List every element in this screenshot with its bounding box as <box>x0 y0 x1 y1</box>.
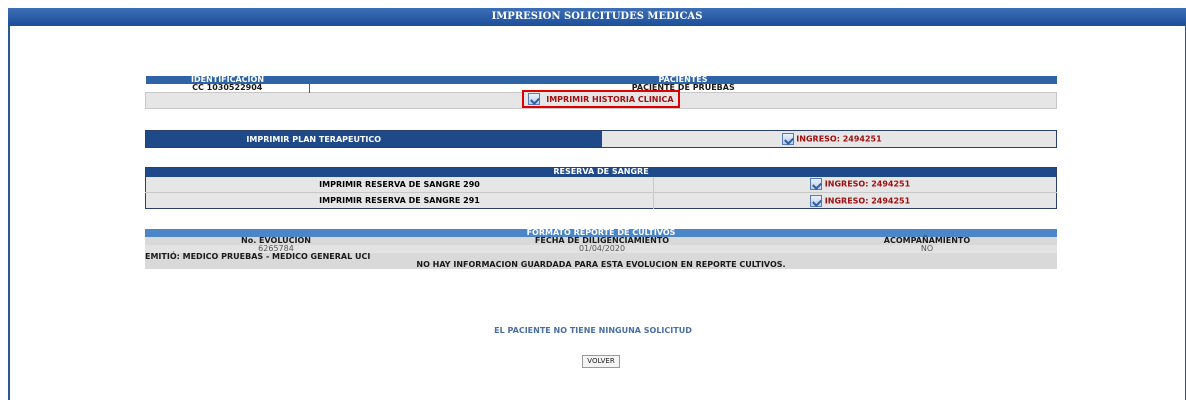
blood-reserve-table: RESERVA DE SANGRE IMPRIMIR RESERVA DE SA… <box>145 167 1057 209</box>
blood-reserve-290-label[interactable]: IMPRIMIR RESERVA DE SANGRE 290 <box>145 176 654 193</box>
blood-reserve-290-ingreso: INGRESO: 2494251 <box>824 179 911 189</box>
print-history-label: IMPRIMIR HISTORIA CLINICA <box>546 94 674 104</box>
fill-date: 01/04/2020 <box>407 245 797 253</box>
blood-reserve-291-ingreso: INGRESO: 2494251 <box>824 196 911 205</box>
blood-reserve-header: RESERVA DE SANGRE <box>145 167 1057 177</box>
cultures-table: FORMATO REPORTE DE CULTIVOS No. EVOLUCIO… <box>145 229 1057 269</box>
plan-table: IMPRIMIR PLAN TERAPEUTICO INGRESO: 24942… <box>145 130 1057 148</box>
patient-identification: CC 1030522904 <box>145 84 310 93</box>
no-culture-info: NO HAY INFORMACION GUARDADA PARA ESTA EV… <box>145 261 1057 269</box>
blood-reserve-291-label[interactable]: IMPRIMIR RESERVA DE SANGRE 291 <box>145 192 654 209</box>
patient-table: IDENTIFICACION PACIENTES CC 1030522904 P… <box>145 76 1057 109</box>
back-button[interactable]: VOLVER <box>582 355 620 368</box>
blood-reserve-290-link[interactable]: INGRESO: 2494251 <box>653 176 1057 193</box>
print-plan-label[interactable]: IMPRIMIR PLAN TERAPEUTICO <box>145 130 602 148</box>
print-icon <box>528 93 541 105</box>
print-icon <box>810 178 822 191</box>
accompaniment-value: NO <box>797 245 1057 253</box>
page-title: IMPRESION SOLICITUDES MEDICAS <box>8 8 1186 26</box>
blood-reserve-291-link[interactable]: INGRESO: 2494251 <box>653 192 1057 209</box>
no-request-message: EL PACIENTE NO TIENE NINGUNA SOLICITUD <box>494 326 692 335</box>
print-icon <box>810 194 822 207</box>
print-history-button[interactable]: IMPRIMIR HISTORIA CLINICA <box>522 90 680 108</box>
print-icon <box>781 133 794 145</box>
print-plan-link[interactable]: INGRESO: 2494251 <box>601 130 1057 148</box>
plan-ingreso: INGRESO: 2494251 <box>796 134 882 144</box>
patient-name: PACIENTE DE PRUEBAS <box>309 84 1057 93</box>
